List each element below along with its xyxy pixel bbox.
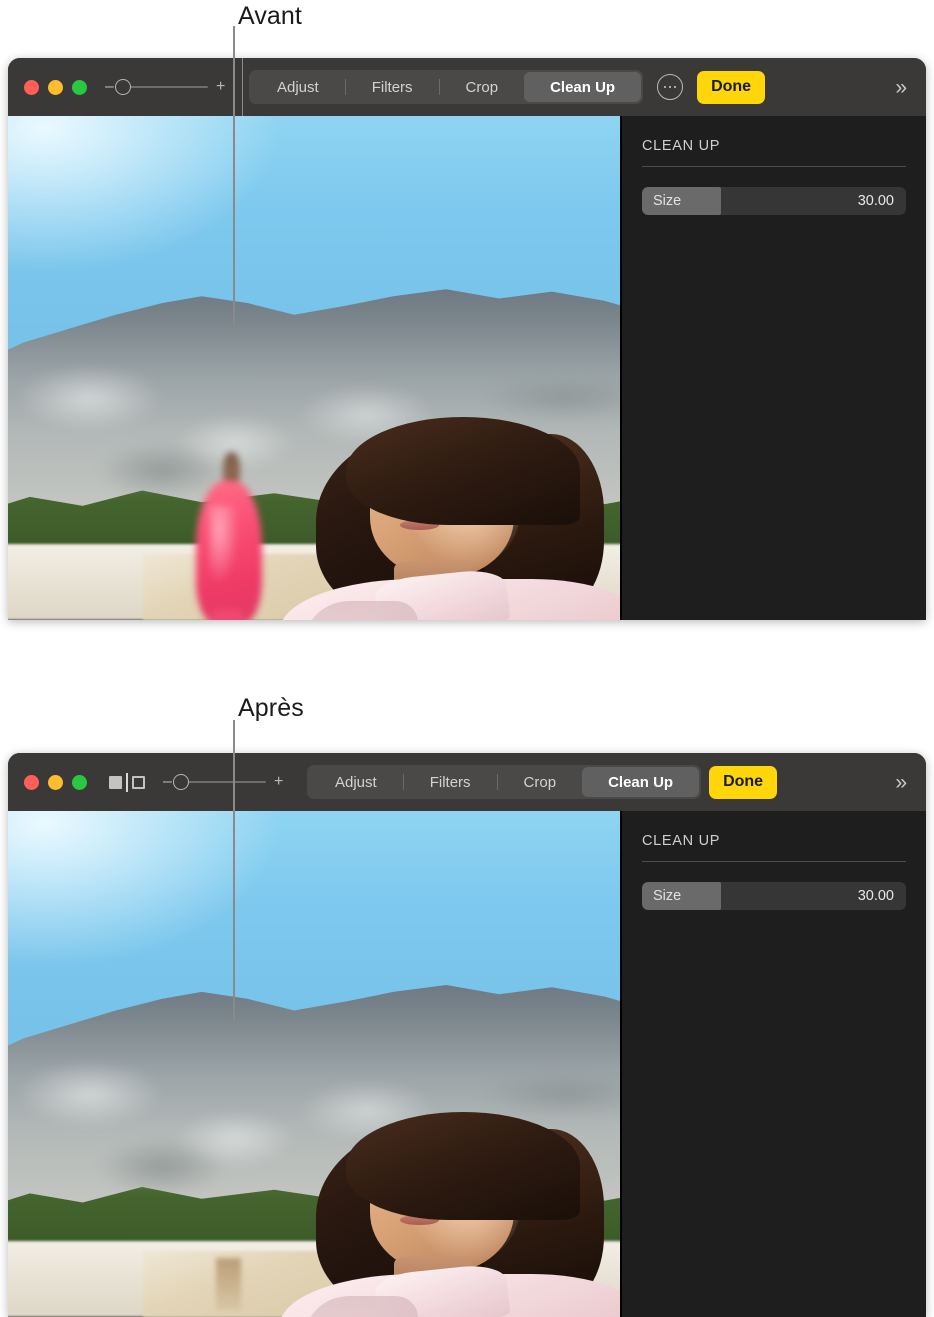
- size-slider-before[interactable]: Size 30.00: [642, 187, 906, 215]
- subject-hair-front: [346, 1112, 580, 1221]
- compare-divider-bar: [126, 772, 128, 792]
- zoom-slider-track[interactable]: [173, 774, 266, 790]
- zoom-out-icon[interactable]: –: [105, 79, 114, 95]
- size-slider-value: 30.00: [857, 888, 894, 904]
- callout-leader-line-apres: [233, 720, 235, 1020]
- size-slider-value: 30.00: [857, 193, 894, 209]
- zoom-out-icon[interactable]: –: [163, 774, 172, 790]
- close-button-icon[interactable]: [24, 774, 39, 790]
- compare-outline-square: [132, 775, 145, 789]
- window-body-before: CLEAN UP Size 30.00: [8, 116, 926, 620]
- window-body-after: CLEAN UP Size 30.00: [8, 811, 926, 1317]
- sidebar-title: CLEAN UP: [642, 138, 721, 154]
- editor-mode-tabs-after[interactable]: Adjust Filters Crop Clean Up: [307, 765, 702, 799]
- tab-filters[interactable]: Filters: [346, 72, 439, 102]
- page-root: Avant – + Adjust Filters Crop Clean Up D…: [0, 0, 934, 1317]
- photo-canvas-before[interactable]: [8, 116, 622, 620]
- photo-subject-woman: [280, 412, 620, 620]
- window-titlebar-before: – + Adjust Filters Crop Clean Up Done »: [8, 58, 926, 116]
- clean-up-sidebar-before: CLEAN UP Size 30.00: [622, 116, 926, 620]
- close-button-icon[interactable]: [24, 79, 39, 95]
- size-slider-label: Size: [653, 888, 682, 904]
- tab-crop[interactable]: Crop: [498, 767, 583, 797]
- zoom-slider-track[interactable]: [115, 79, 208, 95]
- photo-editor-window-after: – + Adjust Filters Crop Clean Up Done »: [8, 753, 926, 1317]
- callout-leader-line-avant: [233, 26, 235, 326]
- tab-clean-up[interactable]: Clean Up: [524, 72, 642, 102]
- zoom-in-icon[interactable]: +: [274, 774, 283, 790]
- photo-subject-woman: [280, 1107, 620, 1317]
- chevron-double-right-icon[interactable]: »: [895, 772, 908, 793]
- sidebar-divider: [642, 861, 906, 862]
- zoom-slider-knob[interactable]: [115, 79, 131, 95]
- zoom-in-icon[interactable]: +: [216, 79, 225, 95]
- clean-up-sidebar-after: CLEAN UP Size 30.00: [622, 811, 926, 1317]
- photo-image-before: [8, 116, 620, 620]
- minimize-button-icon[interactable]: [48, 774, 63, 790]
- zoom-slider-knob[interactable]: [173, 774, 189, 790]
- photo-canvas-after[interactable]: [8, 811, 622, 1317]
- bg-person-body: [196, 479, 262, 620]
- ellipsis-glyph: [663, 85, 677, 89]
- callout-label-avant: Avant: [238, 2, 302, 30]
- chevron-double-right-icon[interactable]: »: [895, 77, 908, 98]
- done-button[interactable]: Done: [697, 70, 766, 104]
- bg-person-legs: [210, 609, 245, 620]
- tab-adjust[interactable]: Adjust: [251, 72, 345, 102]
- titlebar-divider: [242, 58, 243, 116]
- callout-label-apres: Après: [238, 694, 304, 722]
- compare-filled-square: [109, 775, 122, 789]
- done-button[interactable]: Done: [709, 765, 778, 799]
- tab-adjust[interactable]: Adjust: [309, 767, 403, 797]
- tab-filters[interactable]: Filters: [404, 767, 497, 797]
- zoom-slider-before[interactable]: – +: [105, 79, 225, 95]
- traffic-light-group: [24, 79, 87, 95]
- traffic-light-group: [24, 774, 87, 790]
- photo-editor-window-before: – + Adjust Filters Crop Clean Up Done »: [8, 58, 926, 620]
- size-slider-label: Size: [653, 193, 682, 209]
- more-options-icon[interactable]: [657, 74, 684, 100]
- subject-hair-front: [346, 417, 580, 526]
- photo-background-person: [190, 452, 268, 620]
- zoom-slider-after[interactable]: – +: [163, 774, 283, 790]
- window-titlebar-after: – + Adjust Filters Crop Clean Up Done »: [8, 753, 926, 811]
- zoom-button-icon[interactable]: [72, 774, 87, 790]
- photo-image-after: [8, 811, 620, 1317]
- sidebar-title: CLEAN UP: [642, 833, 721, 849]
- zoom-button-icon[interactable]: [72, 79, 87, 95]
- compare-before-after-icon[interactable]: [109, 772, 145, 792]
- editor-mode-tabs-before[interactable]: Adjust Filters Crop Clean Up: [249, 70, 644, 104]
- sidebar-divider: [642, 166, 906, 167]
- tab-clean-up[interactable]: Clean Up: [582, 767, 700, 797]
- tab-crop[interactable]: Crop: [440, 72, 525, 102]
- minimize-button-icon[interactable]: [48, 79, 63, 95]
- size-slider-after[interactable]: Size 30.00: [642, 882, 906, 910]
